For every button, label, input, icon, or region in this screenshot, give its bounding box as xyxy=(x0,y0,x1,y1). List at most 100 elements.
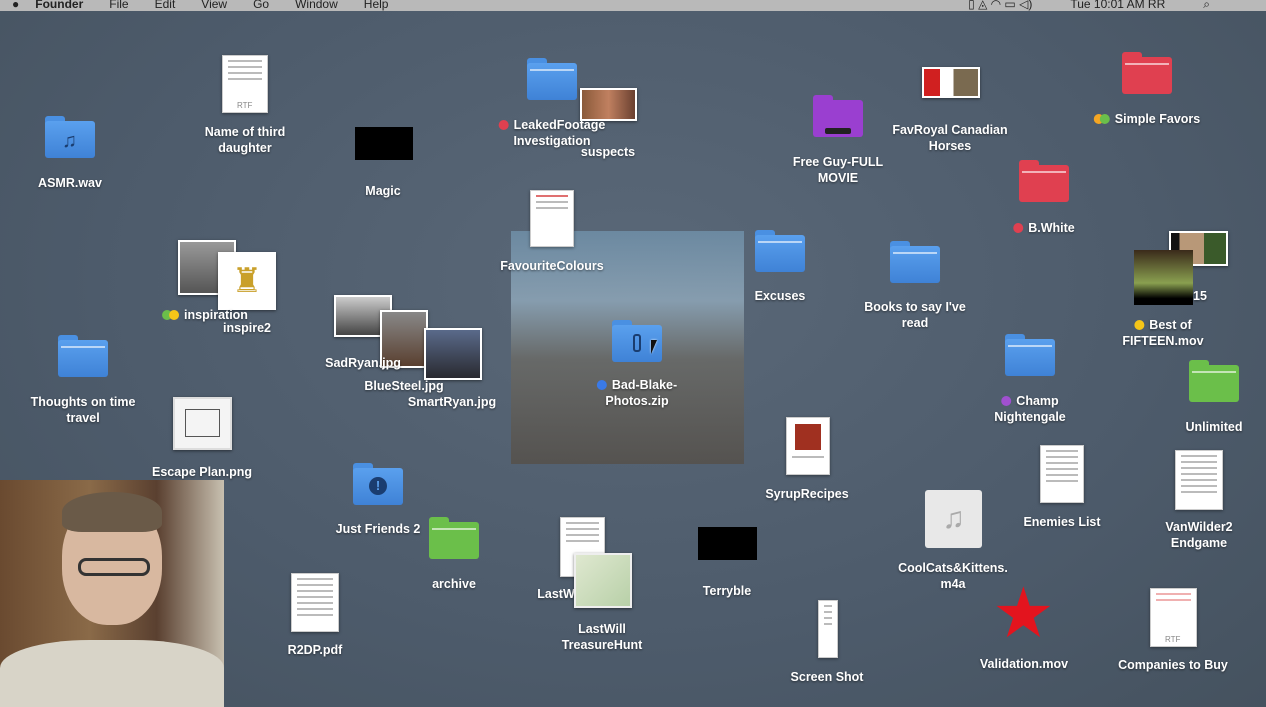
bwhite-folder-icon[interactable] xyxy=(1019,160,1069,202)
glasses-icon xyxy=(78,558,150,576)
excuses-folder-icon[interactable] xyxy=(755,230,805,272)
escape-plan-label[interactable]: Escape Plan.png xyxy=(152,464,252,480)
menu-help[interactable]: Help xyxy=(364,0,389,10)
label-line: VanWilder2 xyxy=(1165,520,1233,534)
thoughts-label[interactable]: Thoughts on time travel xyxy=(31,394,136,426)
books-folder-icon[interactable] xyxy=(890,241,940,283)
label-line: travel xyxy=(66,411,100,425)
validation-label[interactable]: Validation.mov xyxy=(980,656,1068,672)
menu-view[interactable]: View xyxy=(201,0,227,10)
inspire2-image-icon[interactable]: ♜ xyxy=(218,252,276,310)
companies-label[interactable]: Companies to Buy xyxy=(1118,657,1228,673)
label-line: Photos.zip xyxy=(605,394,669,408)
label-text: Best of xyxy=(1149,318,1192,332)
lastwill-label[interactable]: LastWill TreasureHunt xyxy=(562,621,643,653)
label-line: FIFTEEN.mov xyxy=(1122,334,1204,348)
label-text: B.White xyxy=(1028,221,1075,235)
screenshot-image-icon[interactable] xyxy=(818,600,838,658)
champ-folder-icon[interactable] xyxy=(1005,334,1055,376)
menu-go[interactable]: Go xyxy=(253,0,269,10)
bluesteel-label[interactable]: BlueSteel.jpg xyxy=(364,378,443,394)
menu-edit[interactable]: Edit xyxy=(155,0,176,10)
vanwilder-label[interactable]: VanWilder2 Endgame xyxy=(1165,519,1232,551)
red-tag xyxy=(498,120,509,130)
escape-plan-image-icon[interactable] xyxy=(173,397,232,450)
label-line: Bad-Blake- xyxy=(596,377,677,393)
just-friends-label[interactable]: Just Friends 2 xyxy=(336,521,421,537)
yellow-tag xyxy=(169,310,180,320)
archive-label[interactable]: archive xyxy=(432,576,476,592)
search-icon[interactable]: ⌕ xyxy=(1203,0,1210,10)
free-guy-label[interactable]: Free Guy-FULL MOVIE xyxy=(793,154,883,186)
status-icons[interactable]: ▯ ◬ ◠ ▭ ◁) xyxy=(968,0,1032,10)
suspects-label[interactable]: suspects xyxy=(581,144,635,160)
menu-file[interactable]: File xyxy=(109,0,128,10)
label-line: Name of third xyxy=(204,125,286,139)
bwhite-label[interactable]: B.White xyxy=(1013,220,1075,236)
lastw-partial-label: LastW xyxy=(537,587,575,601)
star-icon[interactable]: ★ xyxy=(992,578,1055,648)
magic-image-icon[interactable] xyxy=(355,127,413,160)
blue-tag xyxy=(596,380,607,390)
archive-folder-icon[interactable] xyxy=(429,517,479,559)
label-line: Free Guy-FULL xyxy=(792,155,884,169)
label-line: Endgame xyxy=(1170,536,1228,550)
r2dp-pdf-icon[interactable] xyxy=(291,573,339,632)
menu-window[interactable]: Window xyxy=(295,0,338,10)
vanwilder-doc-icon[interactable] xyxy=(1175,450,1223,510)
sadryan-label[interactable]: SadRyan.jpg xyxy=(325,355,401,371)
label-line: Horses xyxy=(928,139,972,153)
person-hair xyxy=(62,492,162,532)
treasure-map-image-icon[interactable] xyxy=(574,553,632,608)
rtf-badge: RTF xyxy=(237,101,253,110)
unlimited-label[interactable]: Unlimited xyxy=(1186,419,1243,435)
smartryan-image-icon[interactable] xyxy=(424,328,482,380)
favourite-colours-doc-icon[interactable] xyxy=(530,190,574,247)
smartryan-label[interactable]: SmartRyan.jpg xyxy=(408,394,496,410)
books-label[interactable]: Books to say I've read xyxy=(864,299,966,331)
enemies-list-doc-icon[interactable] xyxy=(1040,445,1084,503)
rtf-document-icon[interactable]: RTF xyxy=(222,55,268,113)
thoughts-folder-icon[interactable] xyxy=(58,335,108,377)
enemies-label[interactable]: Enemies List xyxy=(1023,514,1100,530)
apple-icon[interactable]: ● xyxy=(12,0,19,10)
terryble-image-icon[interactable] xyxy=(698,527,757,560)
free-guy-folder-icon[interactable] xyxy=(813,95,863,139)
canadian-horses-image-icon[interactable] xyxy=(922,67,980,98)
leaked-folder-icon[interactable] xyxy=(527,58,577,100)
fifteen-label[interactable]: Best of FIFTEEN.mov xyxy=(1122,317,1203,349)
purple-tag xyxy=(1001,396,1012,406)
label-line: Books to say I've xyxy=(864,300,966,314)
excuses-label[interactable]: Excuses xyxy=(755,288,806,304)
magic-label[interactable]: Magic xyxy=(365,183,400,199)
syrup-recipes-doc-icon[interactable] xyxy=(786,417,830,475)
yellow-tag xyxy=(1134,320,1145,330)
asmr-label[interactable]: ASMR.wav xyxy=(38,175,102,191)
person-shirt xyxy=(0,640,224,707)
audio-file-icon[interactable]: ♫ xyxy=(925,490,982,548)
label-line: MOVIE xyxy=(817,171,859,185)
unlimited-folder-icon[interactable] xyxy=(1189,360,1239,402)
fifteen-video-icon[interactable] xyxy=(1134,250,1193,305)
webcam-overlay xyxy=(0,480,224,707)
favourite-colours-label[interactable]: FavouriteColours xyxy=(500,258,604,274)
r2dp-label[interactable]: R2DP.pdf xyxy=(288,642,343,658)
champ-label[interactable]: Champ Nightengale xyxy=(994,393,1066,425)
simple-favors-folder-icon[interactable] xyxy=(1122,52,1172,94)
label-line: Best of xyxy=(1122,317,1203,333)
menu-founder[interactable]: Founder xyxy=(35,0,83,10)
alert-icon: ! xyxy=(369,477,387,495)
just-friends-folder-icon[interactable]: ! xyxy=(353,463,403,505)
simple-favors-label[interactable]: Simple Favors xyxy=(1093,111,1200,127)
royal-horses-label[interactable]: FavRoyal Canadian Horses xyxy=(892,122,1007,154)
asmr-folder-icon[interactable]: ♫ xyxy=(45,116,95,158)
terryble-label[interactable]: Terryble xyxy=(703,583,751,599)
screenshot-label[interactable]: Screen Shot xyxy=(791,669,864,685)
label-line: Champ xyxy=(994,393,1066,409)
companies-rtf-icon[interactable]: RTF xyxy=(1150,588,1197,647)
third-daughter-label[interactable]: Name of third daughter xyxy=(205,124,286,156)
inspire2-label[interactable]: inspire2 xyxy=(223,320,271,336)
clock[interactable]: Tue 10:01 AM RR xyxy=(1070,0,1165,10)
bad-blake-label[interactable]: Bad-Blake- Photos.zip xyxy=(596,377,677,409)
syrup-label[interactable]: SyrupRecipes xyxy=(765,486,848,502)
